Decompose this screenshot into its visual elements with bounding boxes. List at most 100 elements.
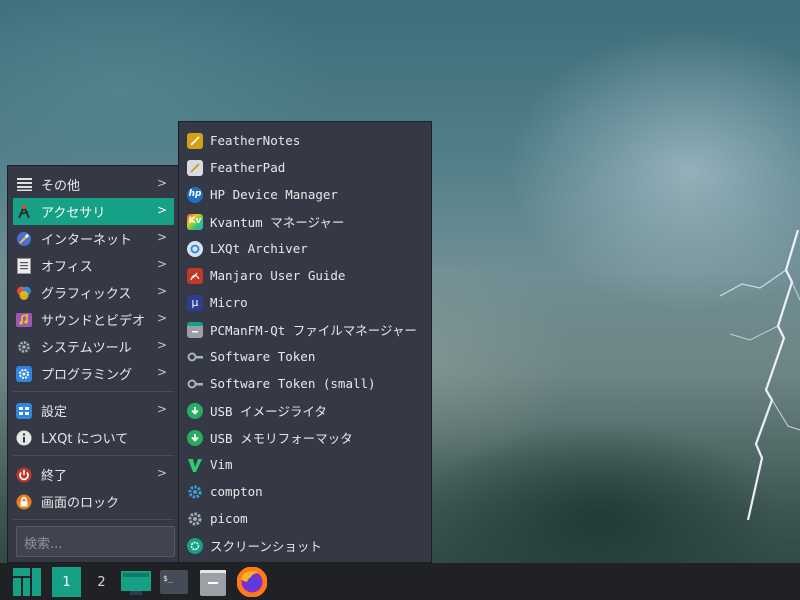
gear-icon xyxy=(187,511,203,527)
app-label: USB イメージライタ xyxy=(210,404,327,419)
micro-icon: μ xyxy=(187,294,203,311)
menu-separator xyxy=(13,391,174,392)
hp-icon: hp xyxy=(187,186,203,203)
archiver-icon xyxy=(187,240,203,257)
menu-item-internet[interactable]: インターネット > xyxy=(13,225,174,252)
terminal-icon[interactable]: $_ xyxy=(159,567,189,597)
gear-icon xyxy=(16,339,32,355)
menu-item-programming[interactable]: プログラミング > xyxy=(13,360,174,387)
menu-item-shutdown[interactable]: 終了 > xyxy=(13,461,174,488)
terminal-prompt: $_ xyxy=(163,574,173,583)
settings-icon xyxy=(16,402,32,419)
menu-item-other[interactable]: その他 > xyxy=(13,171,174,198)
app-item-software-token[interactable]: Software Token xyxy=(184,343,427,370)
app-item-compton[interactable]: compton xyxy=(184,478,427,505)
info-icon xyxy=(16,430,32,446)
menu-item-label: インターネット xyxy=(41,233,133,248)
app-label: Vim xyxy=(210,457,233,472)
chevron-right-icon: > xyxy=(156,311,167,325)
multimedia-icon xyxy=(16,312,32,328)
lightning-decoration xyxy=(719,230,800,520)
app-label: compton xyxy=(210,484,263,499)
app-label: picom xyxy=(210,511,248,526)
menu-item-label: 画面のロック xyxy=(41,496,120,511)
menu-item-label: その他 xyxy=(41,179,81,194)
app-item-lxqt-archiver[interactable]: LXQt Archiver xyxy=(184,235,427,262)
workspace-1-button[interactable]: 1 xyxy=(52,567,81,597)
graphics-icon xyxy=(16,285,32,301)
power-icon xyxy=(16,467,32,483)
app-label: USB メモリフォーマッタ xyxy=(210,431,353,446)
menu-item-label: プログラミング xyxy=(41,368,133,383)
app-item-manjaro-user-guide[interactable]: Manjaro User Guide xyxy=(184,262,427,289)
menu-item-label: グラフィックス xyxy=(41,287,132,302)
menu-item-label: システムツール xyxy=(41,341,132,356)
download-icon xyxy=(187,402,203,419)
main-menu: その他 > アクセサリ > インターネット > オフィス > グラフィックス >… xyxy=(7,165,179,563)
menu-item-about[interactable]: LXQt について xyxy=(13,424,174,451)
firefox-icon[interactable] xyxy=(236,567,268,597)
kvantum-icon: Kv xyxy=(187,213,203,230)
app-label: Manjaro User Guide xyxy=(210,268,346,283)
app-item-screenshot[interactable]: スクリーンショット xyxy=(184,532,427,559)
accessories-submenu: FeatherNotes FeatherPad hp HP Device Man… xyxy=(178,121,432,563)
app-item-usb-formatter[interactable]: USB メモリフォーマッタ xyxy=(184,424,427,451)
app-item-feathernotes[interactable]: FeatherNotes xyxy=(184,127,427,154)
chevron-right-icon: > xyxy=(156,402,167,416)
pdf-icon xyxy=(187,267,203,284)
app-label: Software Token xyxy=(210,349,316,364)
chevron-right-icon: > xyxy=(156,284,167,298)
menu-item-accessories[interactable]: アクセサリ > xyxy=(13,198,174,225)
workspace-2-button[interactable]: 2 xyxy=(87,567,116,597)
menu-item-office[interactable]: オフィス > xyxy=(13,252,174,279)
chevron-right-icon: > xyxy=(156,365,167,379)
document-icon xyxy=(16,257,32,274)
menu-item-label: 終了 xyxy=(41,469,68,484)
app-item-picom[interactable]: picom xyxy=(184,505,427,532)
app-item-vim[interactable]: Vim xyxy=(184,451,427,478)
vim-icon xyxy=(187,457,203,473)
app-item-hp-device-manager[interactable]: hp HP Device Manager xyxy=(184,181,427,208)
app-item-pcmanfm-qt[interactable]: PCManFM-Qt ファイルマネージャー xyxy=(184,316,427,343)
app-label: スクリーンショット xyxy=(210,539,322,554)
download-icon xyxy=(187,429,203,446)
accessories-icon xyxy=(16,204,32,220)
menu-item-system-tools[interactable]: システムツール > xyxy=(13,333,174,360)
menu-item-label: アクセサリ xyxy=(41,206,106,221)
screenshot-icon xyxy=(187,537,203,554)
app-item-micro[interactable]: μ Micro xyxy=(184,289,427,316)
app-item-featherpad[interactable]: FeatherPad xyxy=(184,154,427,181)
featherpad-icon xyxy=(187,159,203,176)
chevron-right-icon: > xyxy=(156,338,167,352)
chevron-right-icon: > xyxy=(156,466,167,480)
menu-item-label: サウンドとビデオ xyxy=(41,314,146,329)
lock-icon xyxy=(16,494,32,510)
menu-item-graphics[interactable]: グラフィックス > xyxy=(13,279,174,306)
manjaro-menu-icon[interactable] xyxy=(12,567,42,597)
chevron-right-icon: > xyxy=(156,176,167,190)
file-manager-icon[interactable] xyxy=(198,567,228,597)
menu-item-settings[interactable]: 設定 > xyxy=(13,397,174,424)
list-icon xyxy=(16,177,32,193)
chevron-right-icon: > xyxy=(156,203,167,217)
search-input[interactable]: 検索... xyxy=(16,526,175,557)
programming-icon xyxy=(16,365,32,382)
app-label: HP Device Manager xyxy=(210,187,338,202)
desktop-icon[interactable] xyxy=(120,567,152,597)
app-label: Kvantum マネージャー xyxy=(210,215,345,230)
menu-item-label: 設定 xyxy=(41,405,68,420)
app-item-software-token-small[interactable]: Software Token (small) xyxy=(184,370,427,397)
globe-icon xyxy=(16,231,32,247)
menu-separator xyxy=(13,519,174,520)
key-icon xyxy=(187,376,203,392)
app-label: LXQt Archiver xyxy=(210,241,308,256)
app-item-usb-image-writer[interactable]: USB イメージライタ xyxy=(184,397,427,424)
app-label: Software Token (small) xyxy=(210,376,376,391)
app-item-kvantum-manager[interactable]: Kv Kvantum マネージャー xyxy=(184,208,427,235)
app-label: PCManFM-Qt ファイルマネージャー xyxy=(210,323,417,338)
menu-item-multimedia[interactable]: サウンドとビデオ > xyxy=(13,306,174,333)
app-label: Micro xyxy=(210,295,248,310)
gear-icon xyxy=(187,484,203,500)
menu-item-lock-screen[interactable]: 画面のロック xyxy=(13,488,174,515)
menu-item-label: LXQt について xyxy=(41,432,129,447)
